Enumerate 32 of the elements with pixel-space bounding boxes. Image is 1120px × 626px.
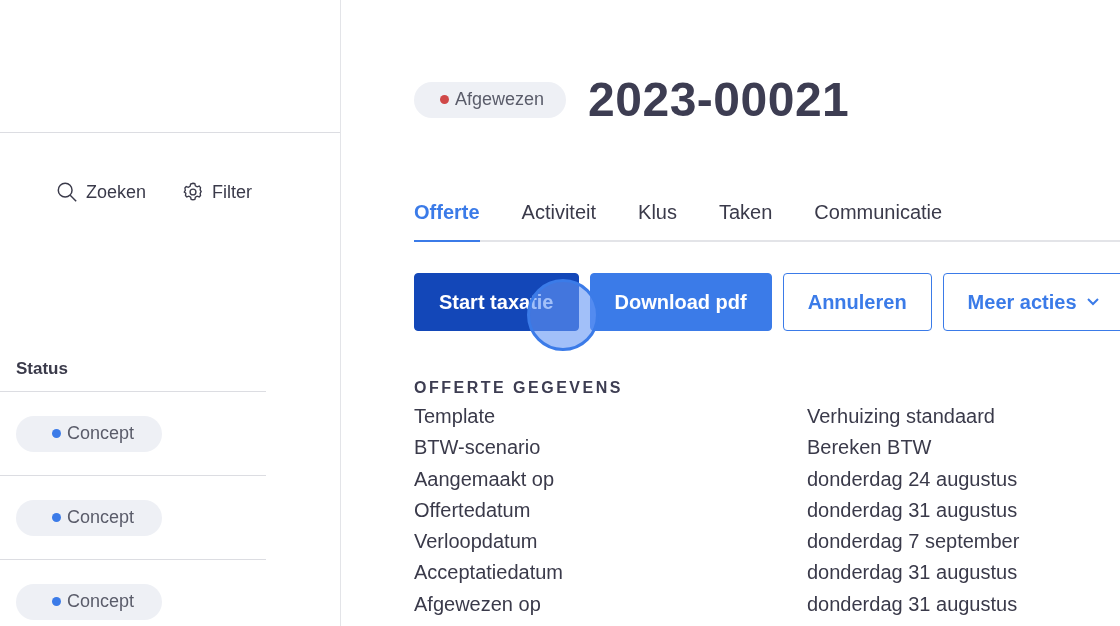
dropdown-button[interactable]: Meer acties <box>942 273 1120 331</box>
field-label: Aangemaakt op <box>414 466 556 492</box>
field-value: donderdag 31 augustus <box>807 560 1019 586</box>
quote-number: 2023-00021 <box>588 72 850 127</box>
status-label: Concept <box>67 591 135 612</box>
filter-button[interactable]: Filter <box>182 181 252 203</box>
field-label: BTW-scenario <box>414 435 542 461</box>
action-button[interactable]: Start taxatie <box>414 273 579 331</box>
field-label: Template <box>414 404 497 429</box>
section-title: OFFERTE GEGEVENS <box>414 379 624 397</box>
field-value: donderdag 31 augustus <box>807 591 1019 617</box>
field-value: donderdag 31 augustus <box>807 497 1019 523</box>
tab[interactable]: Activiteit <box>521 201 597 242</box>
tab[interactable]: Offerte <box>414 201 480 242</box>
action-button[interactable]: Annuleren <box>782 273 932 331</box>
status-label: Concept <box>67 507 135 528</box>
tab[interactable]: Klus <box>638 201 677 242</box>
field-value: donderdag 7 september <box>807 529 1021 555</box>
tab[interactable]: Taken <box>718 201 773 242</box>
field-label: Verloopdatum <box>414 529 539 555</box>
action-button[interactable]: Download pdf <box>589 273 772 331</box>
field-value: donderdag 24 augustus <box>807 466 1019 492</box>
column-header: Status <box>0 359 266 392</box>
tab[interactable]: Communicatie <box>814 201 943 242</box>
field-label: Afgewezen op <box>414 591 542 617</box>
status-label: Afgewezen <box>455 89 545 110</box>
search-button[interactable]: Zoeken <box>55 181 146 203</box>
status-label: Concept <box>67 423 135 444</box>
field-value: Bereken BTW <box>807 435 933 461</box>
field-value: Verhuizing standaard <box>807 404 996 429</box>
field-label: Offertedatum <box>414 497 532 523</box>
field-label: Acceptatiedatum <box>414 560 564 586</box>
